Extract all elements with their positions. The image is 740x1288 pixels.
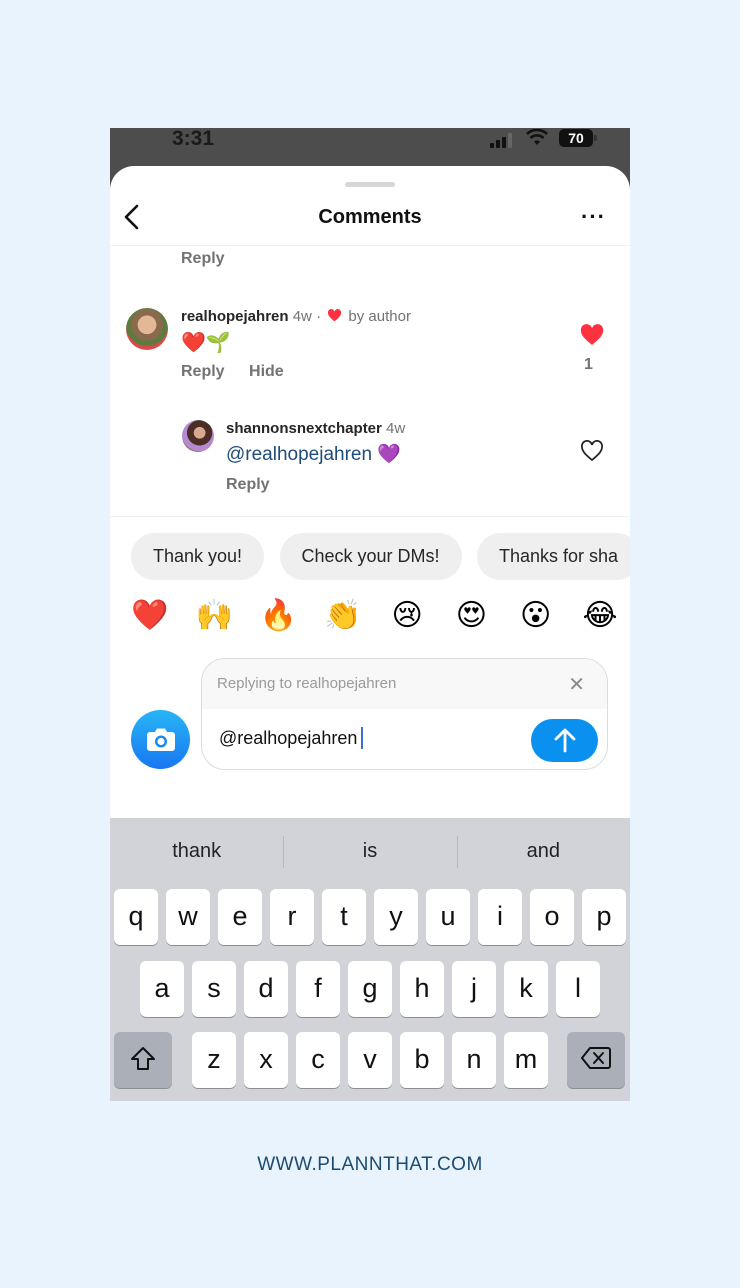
emoji-fire[interactable]: 🔥: [259, 598, 299, 633]
shift-icon: [131, 1047, 155, 1070]
key-f[interactable]: f: [296, 961, 340, 1017]
status-time: 3:31: [172, 128, 215, 150]
phone-screen: 3:31 70 Comments ··· Reply realhopejahre…: [110, 128, 630, 1101]
emoji-raised-hands[interactable]: 🙌: [194, 598, 234, 633]
comment-composer: Replying to realhopejahren ✕ @realhopeja…: [201, 658, 608, 770]
text-caret: [361, 727, 364, 749]
key-n[interactable]: n: [452, 1032, 496, 1088]
keyboard: thank is and qwertyuiop asdfghjkl z x c …: [110, 818, 630, 1101]
key-e[interactable]: e: [218, 889, 262, 945]
suggestion[interactable]: and: [456, 818, 630, 884]
key-o[interactable]: o: [530, 889, 574, 945]
comments-header: Comments ···: [110, 194, 630, 246]
suggestion[interactable]: is: [283, 818, 456, 884]
sheet-grabber[interactable]: [345, 182, 395, 187]
reply-comment-item: shannonsnextchapter 4w @realhopejahren 💜…: [110, 420, 630, 500]
arrow-up-icon: [554, 728, 576, 753]
send-button[interactable]: [531, 719, 598, 762]
camera-icon: [147, 728, 175, 751]
key-x[interactable]: x: [244, 1032, 288, 1088]
key-j[interactable]: j: [452, 961, 496, 1017]
comment-input[interactable]: @realhopejahren: [219, 727, 364, 749]
footer-url[interactable]: WWW.PLANNTHAT.COM: [0, 1154, 740, 1176]
avatar[interactable]: [126, 308, 168, 350]
like-filled-icon[interactable]: [580, 324, 604, 346]
comment-time: 4w: [292, 308, 312, 325]
comment-username[interactable]: shannonsnextchapter: [226, 420, 382, 437]
key-s[interactable]: s: [192, 961, 236, 1017]
avatar[interactable]: [182, 420, 214, 452]
like-count: 1: [584, 356, 593, 373]
backspace-icon: [581, 1047, 611, 1069]
key-a[interactable]: a: [140, 961, 184, 1017]
battery-indicator: 70: [559, 129, 597, 147]
key-q[interactable]: q: [114, 889, 158, 945]
liked-by-author-label: by author: [348, 308, 411, 325]
comment-username[interactable]: realhopejahren: [181, 308, 289, 325]
camera-button[interactable]: [131, 710, 190, 769]
emoji-heart[interactable]: ❤️: [130, 598, 170, 633]
comments-sheet: Comments ··· Reply realhopejahren 4w · b…: [110, 166, 630, 1101]
hide-button[interactable]: Hide: [249, 363, 284, 380]
page-title: Comments: [318, 206, 422, 228]
reply-button[interactable]: Reply: [181, 363, 225, 380]
more-options-button[interactable]: ···: [581, 204, 606, 230]
key-d[interactable]: d: [244, 961, 288, 1017]
reply-button[interactable]: Reply: [226, 476, 270, 493]
emoji-surprised[interactable]: 😮: [516, 598, 556, 633]
quick-reply-chip[interactable]: Thanks for sha: [477, 533, 630, 580]
comment-input-value[interactable]: @realhopejahren: [219, 728, 357, 748]
like-outline-icon[interactable]: [580, 440, 604, 462]
quick-reply-chip[interactable]: Thank you!: [131, 533, 265, 580]
key-y[interactable]: y: [374, 889, 418, 945]
separator: ·: [316, 308, 322, 325]
key-u[interactable]: u: [426, 889, 470, 945]
comment-item: realhopejahren 4w · by author ❤️🌱 Reply …: [110, 308, 630, 390]
predictive-bar: thank is and: [110, 818, 630, 884]
wifi-icon: [526, 129, 548, 145]
emoji-crying[interactable]: 😢: [387, 598, 427, 633]
close-icon[interactable]: ✕: [568, 672, 585, 697]
emoji-clapping[interactable]: 👏: [323, 598, 363, 633]
key-w[interactable]: w: [166, 889, 210, 945]
divider: [110, 516, 630, 517]
emoji-heart-eyes[interactable]: 😍: [451, 598, 491, 633]
key-t[interactable]: t: [322, 889, 366, 945]
key-g[interactable]: g: [348, 961, 392, 1017]
key-z[interactable]: z: [192, 1032, 236, 1088]
key-b[interactable]: b: [400, 1032, 444, 1088]
comment-body: ❤️🌱: [181, 332, 231, 354]
key-h[interactable]: h: [400, 961, 444, 1017]
replying-to-banner: Replying to realhopejahren ✕: [202, 659, 607, 709]
key-i[interactable]: i: [478, 889, 522, 945]
key-c[interactable]: c: [296, 1032, 340, 1088]
cellular-signal-icon: [490, 133, 516, 148]
backspace-key[interactable]: [567, 1032, 625, 1088]
key-m[interactable]: m: [504, 1032, 548, 1088]
heart-icon: [328, 309, 342, 322]
reply-button[interactable]: Reply: [181, 250, 225, 268]
key-p[interactable]: p: [582, 889, 626, 945]
emoji-reaction-bar: ❤️ 🙌 🔥 👏 😢 😍 😮 😂: [130, 598, 620, 633]
comment-time: 4w: [386, 420, 406, 437]
key-l[interactable]: l: [556, 961, 600, 1017]
status-bar: 3:31 70: [110, 128, 630, 166]
quick-reply-chip[interactable]: Check your DMs!: [279, 533, 462, 580]
emoji-laughing[interactable]: 😂: [580, 598, 620, 633]
key-k[interactable]: k: [504, 961, 548, 1017]
replying-to-label: Replying to realhopejahren: [217, 675, 397, 692]
comment-body: @realhopejahren 💜: [226, 444, 401, 465]
suggestion[interactable]: thank: [110, 818, 283, 884]
key-v[interactable]: v: [348, 1032, 392, 1088]
quick-replies: Thank you! Check your DMs! Thanks for sh…: [131, 533, 630, 580]
shift-key[interactable]: [114, 1032, 172, 1088]
key-r[interactable]: r: [270, 889, 314, 945]
